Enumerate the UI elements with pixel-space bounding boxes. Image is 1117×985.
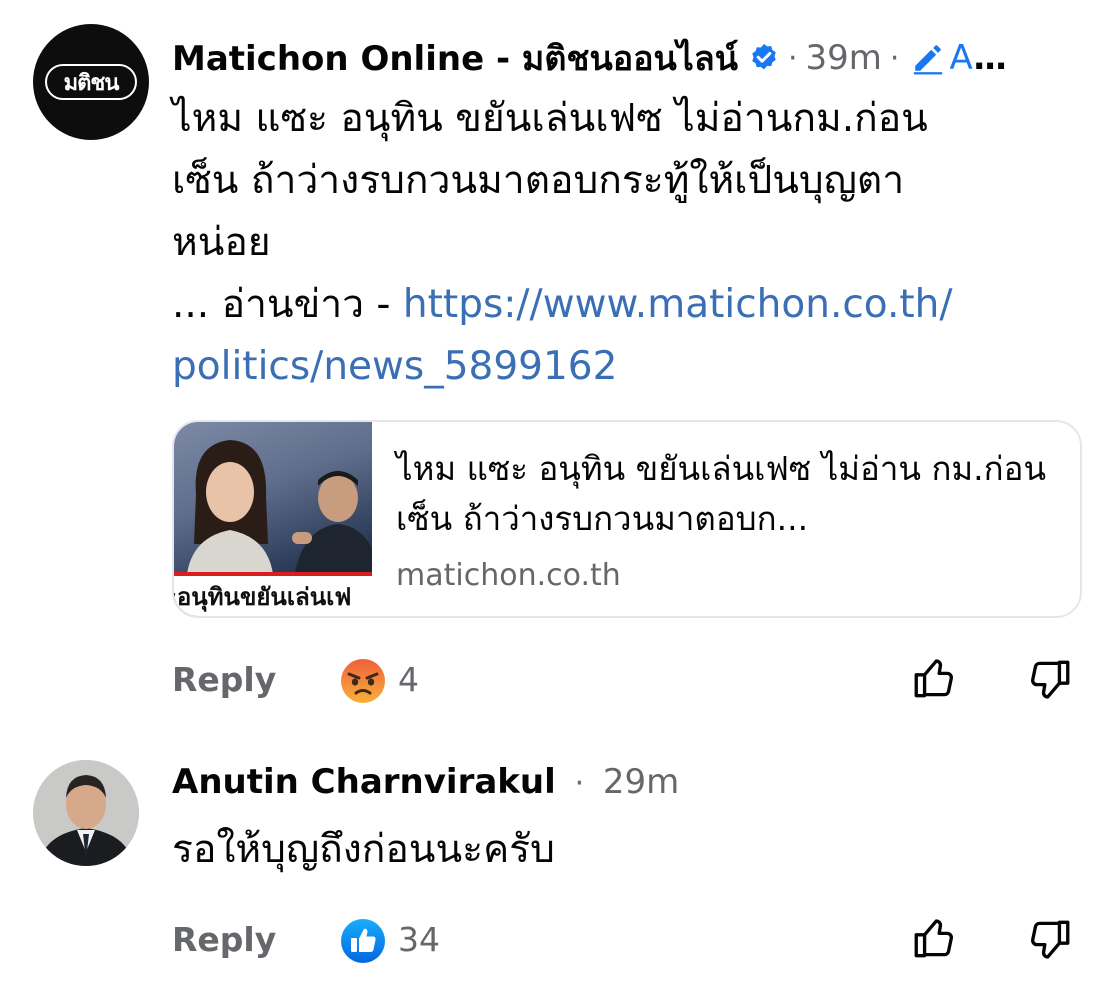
comment-time[interactable]: 39m bbox=[806, 38, 882, 78]
comment-actions: Reply 4 bbox=[172, 654, 1072, 704]
thumbs-up-outline-icon[interactable] bbox=[910, 654, 960, 704]
angry-reaction-icon[interactable] bbox=[340, 658, 386, 704]
profile-photo bbox=[33, 760, 139, 866]
news-link-continued[interactable]: politics/news_5899162 bbox=[172, 336, 1052, 398]
link-prefix: ... อ่านข่าว - bbox=[172, 282, 403, 327]
news-link[interactable]: https://www.matichon.co.th/ bbox=[403, 282, 953, 327]
body-line: ไหม แซะ อนุทิน ขยันเล่นเฟซ ไม่อ่านกม.ก่อ… bbox=[172, 96, 928, 141]
comment-header: Anutin Charnvirakul · 29m bbox=[172, 762, 679, 802]
pencil-icon[interactable] bbox=[911, 41, 945, 75]
meta-separator: · bbox=[889, 40, 900, 76]
anutin-avatar[interactable] bbox=[33, 760, 139, 866]
thumbs-down-outline-icon[interactable] bbox=[1024, 654, 1074, 704]
link-preview-domain: matichon.co.th bbox=[396, 558, 621, 593]
matichon-avatar[interactable]: มติชน bbox=[33, 24, 149, 140]
more-text[interactable]: ... bbox=[973, 38, 1008, 78]
link-preview-thumbnail: ะอนุทินขยันเล่นเฟ bbox=[174, 422, 372, 616]
reaction-count[interactable]: 4 bbox=[398, 660, 419, 699]
person-figure bbox=[186, 440, 274, 584]
comment-header: Matichon Online - มติชนออนไลน์ · 39m · A… bbox=[172, 31, 1008, 85]
reply-button[interactable]: Reply bbox=[172, 660, 276, 699]
thumbs-up-outline-icon[interactable] bbox=[910, 914, 960, 964]
comment-time[interactable]: 29m bbox=[603, 762, 679, 802]
author-badge-label[interactable]: A bbox=[949, 38, 972, 78]
link-preview-card[interactable]: ะอนุทินขยันเล่นเฟ ไหม แซะ อนุทิน ขยันเล่… bbox=[172, 420, 1082, 618]
thumbs-down-outline-icon[interactable] bbox=[1024, 914, 1074, 964]
author-name[interactable]: Anutin Charnvirakul bbox=[172, 762, 556, 802]
reply-button[interactable]: Reply bbox=[172, 920, 276, 959]
link-preview-title[interactable]: ไหม แซะ อนุทิน ขยันเล่นเฟซ ไม่อ่าน กม.ก่… bbox=[396, 444, 1056, 544]
matichon-logo: มติชน bbox=[45, 64, 137, 100]
meta-separator: · bbox=[574, 766, 585, 801]
like-reaction-icon[interactable] bbox=[340, 918, 386, 964]
verified-badge-icon bbox=[752, 44, 776, 70]
thumbnail-headline-banner: ะอนุทินขยันเล่นเฟ bbox=[174, 572, 372, 616]
body-line: เซ็น ถ้าว่างรบกวนมาตอบกระทู้ให้เป็นบุญตา bbox=[172, 158, 905, 203]
author-name[interactable]: Matichon Online - มติชนออนไลน์ bbox=[172, 31, 738, 85]
comment-body: ไหม แซะ อนุทิน ขยันเล่นเฟซ ไม่อ่านกม.ก่อ… bbox=[172, 88, 1052, 398]
comment-actions: Reply 34 bbox=[172, 914, 1072, 964]
comment-body: รอให้บุญถึงก่อนนะครับ bbox=[172, 827, 555, 872]
reaction-count[interactable]: 34 bbox=[398, 920, 440, 959]
body-line: หน่อย bbox=[172, 220, 271, 265]
meta-separator: · bbox=[787, 40, 798, 76]
body-line-link: ... อ่านข่าว - https://www.matichon.co.t… bbox=[172, 274, 1052, 336]
